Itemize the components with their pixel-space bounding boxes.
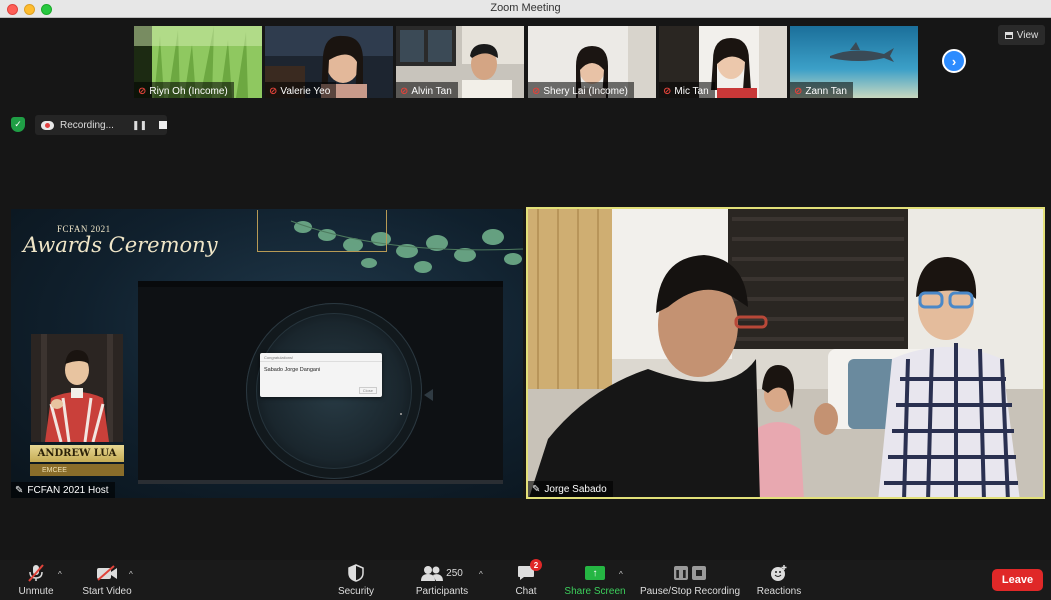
dialog-divider [260,361,382,362]
dialog-close-button: Close [358,387,377,394]
zoom-window: Zoom Meeting ⊘ Riyn Oh (Income) ⊘ Valerie … [0,0,1051,600]
security-button[interactable]: Security [336,563,376,599]
video-name-label: ✎ Jorge Sabado [528,481,613,497]
gallery-tile-3[interactable]: ⊘ Alvin Tan [396,26,524,98]
participants-button[interactable]: 250 Participants [412,563,472,599]
muted-mic-icon: ⊘ [532,85,541,97]
event-title: Awards Ceremony [23,233,218,257]
pause-icon: ❚❚ [674,566,688,580]
recording-status: Recording... [60,119,114,131]
gallery-tile-5[interactable]: ⊘ Mic Tan [659,26,787,98]
participants-options-caret[interactable]: ^ [479,570,483,579]
muted-mic-icon: ⊘ [138,85,147,97]
gallery-tile-4[interactable]: ⊘ Shery Lai (Income) [528,26,656,98]
pause-stop-recording-button[interactable]: ❚❚ Pause/Stop Recording [638,563,742,599]
emcee-role-tag: EMCEE [30,464,124,476]
chat-unread-badge: 2 [530,559,542,571]
dialog-title: Congratulations! [264,355,294,360]
active-speaker-video: ✎ Jorge Sabado [526,207,1045,499]
participant-name: ⊘ Valerie Yeo [265,82,337,98]
security-shield-icon[interactable]: ✓ [11,117,25,132]
muted-mic-icon: ⊘ [663,85,672,97]
stop-icon [692,566,706,580]
audio-options-caret[interactable]: ^ [58,570,62,579]
shield-icon [348,563,364,583]
emcee-name-plate: ANDREW LUA [30,445,124,462]
chevron-right-icon: › [951,53,957,69]
recording-indicator: Recording... ❚❚ [35,115,168,135]
view-button[interactable]: View [998,25,1045,45]
leave-meeting-button[interactable]: Leave [992,569,1043,591]
gallery-tile-1[interactable]: ⊘ Riyn Oh (Income) [134,26,262,98]
participants-count: 250 [446,567,463,579]
pin-icon: ✎ [15,484,24,496]
reactions-button[interactable]: Reactions [756,563,802,599]
gallery-tile-2[interactable]: ⊘ Valerie Yeo [265,26,393,98]
presentation-slide: Congratulations! Sabado Jorge Dangani Cl… [138,281,503,484]
stop-recording-button[interactable] [159,121,168,129]
share-screen-button[interactable]: ↑ Share Screen [562,563,628,599]
muted-microphone-icon [28,563,44,583]
share-options-caret[interactable]: ^ [619,570,623,579]
pin-icon: ✎ [532,483,541,495]
play-arrow-icon [424,389,433,401]
dialog-winner-name: Sabado Jorge Dangani [264,367,321,373]
gold-frame-decoration [257,210,387,252]
pause-recording-button[interactable]: ❚❚ [132,120,147,131]
emoji-add-icon [770,563,788,583]
participant-name: ⊘ Alvin Tan [396,82,458,98]
muted-mic-icon: ⊘ [269,85,278,97]
cursor-dot [400,413,402,415]
start-video-button[interactable]: Start Video [80,563,134,599]
muted-mic-icon: ⊘ [794,85,803,97]
share-screen-arrow-icon: ↑ [585,566,605,580]
video-off-icon [96,563,118,583]
video-options-caret[interactable]: ^ [129,570,133,579]
participant-name: ⊘ Riyn Oh (Income) [134,82,234,98]
view-grid-icon [1004,31,1013,39]
participant-name: ⊘ Mic Tan [659,82,715,98]
cloud-recording-icon [41,120,54,130]
title-bar: Zoom Meeting [0,0,1051,18]
unmute-button[interactable]: Unmute [16,563,56,599]
participant-name: ⊘ Zann Tan [790,82,853,98]
emcee-camera [31,334,123,442]
shared-screen-video: FCFAN 2021 Awards Ceremony Congratulatio… [11,209,523,498]
congratulations-dialog: Congratulations! Sabado Jorge Dangani Cl… [260,353,382,397]
video-feed-emcee [31,334,123,442]
meeting-controls-toolbar: Unmute ^ Start Video ^ Security 250 Part… [0,559,1051,600]
video-name-label: ✎ FCFAN 2021 Host [11,482,115,498]
muted-mic-icon: ⊘ [400,85,409,97]
video-feed-speaker [528,209,1043,497]
participant-name: ⊘ Shery Lai (Income) [528,82,634,98]
window-title: Zoom Meeting [490,2,561,14]
participants-icon: 250 [421,563,463,583]
gallery-tile-6[interactable]: ⊘ Zann Tan [790,26,918,98]
next-page-arrow-button[interactable]: › [942,49,966,73]
